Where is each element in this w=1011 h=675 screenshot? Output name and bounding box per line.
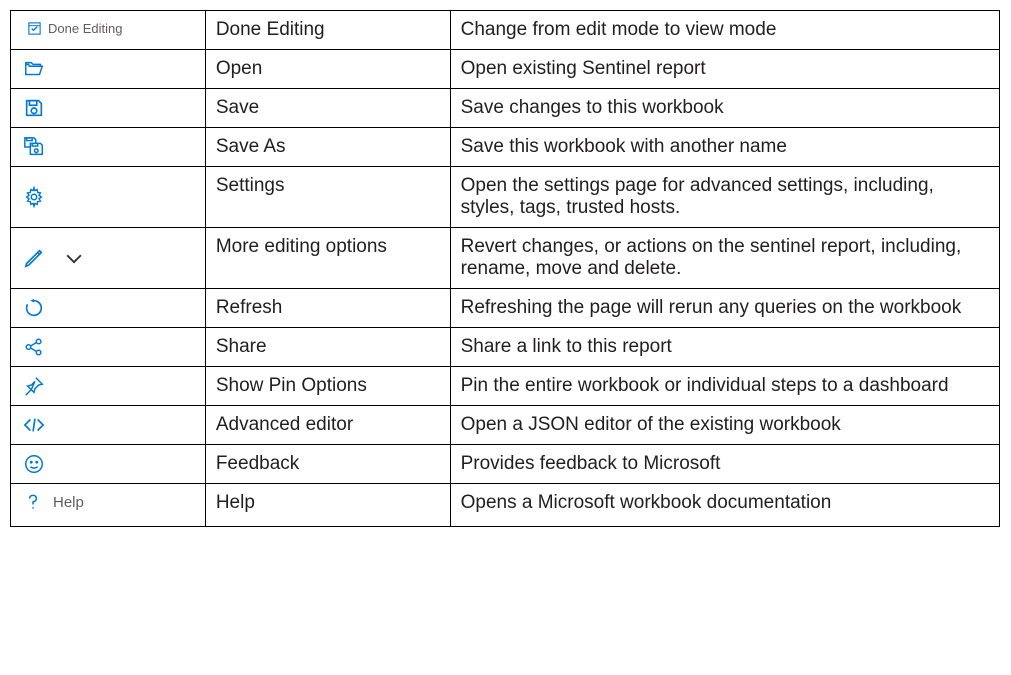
table-row: Save As Save this workbook with another … — [11, 128, 1000, 167]
command-name: Settings — [205, 167, 450, 228]
command-description: Opens a Microsoft workbook documentation — [450, 484, 999, 527]
gear-icon — [23, 186, 45, 208]
command-name: Open — [205, 50, 450, 89]
table-row: Feedback Provides feedback to Microsoft — [11, 445, 1000, 484]
command-name: Help — [205, 484, 450, 527]
chevron-down-icon[interactable] — [63, 247, 85, 269]
table-row: Show Pin Options Pin the entire workbook… — [11, 367, 1000, 406]
command-name: Save As — [205, 128, 450, 167]
done-editing-button[interactable]: Done Editing — [23, 19, 126, 38]
table-row: Advanced editor Open a JSON editor of th… — [11, 406, 1000, 445]
save-icon — [23, 97, 45, 119]
pencil-edit-icon — [23, 247, 45, 269]
command-description: Pin the entire workbook or individual st… — [450, 367, 999, 406]
table-row: Save Save changes to this workbook — [11, 89, 1000, 128]
help-button[interactable]: Help — [23, 490, 84, 514]
command-name: Show Pin Options — [205, 367, 450, 406]
help-question-icon — [23, 490, 43, 514]
command-description: Revert changes, or actions on the sentin… — [450, 228, 999, 289]
pin-icon — [23, 375, 45, 397]
command-description: Share a link to this report — [450, 328, 999, 367]
command-name: Share — [205, 328, 450, 367]
command-name: Advanced editor — [205, 406, 450, 445]
table-row: Done Editing Done Editing Change from ed… — [11, 11, 1000, 50]
command-description: Change from edit mode to view mode — [450, 11, 999, 50]
command-name: Feedback — [205, 445, 450, 484]
command-name: Refresh — [205, 289, 450, 328]
share-icon — [23, 336, 45, 358]
done-editing-label: Done Editing — [48, 21, 122, 36]
command-description: Save this workbook with another name — [450, 128, 999, 167]
command-description: Save changes to this workbook — [450, 89, 999, 128]
command-name: Save — [205, 89, 450, 128]
done-editing-icon — [27, 21, 42, 36]
toolbar-icon-reference-table: Done Editing Done Editing Change from ed… — [10, 10, 1000, 527]
command-name: Done Editing — [205, 11, 450, 50]
smiley-feedback-icon — [23, 453, 45, 475]
table-row: Share Share a link to this report — [11, 328, 1000, 367]
command-description: Open existing Sentinel report — [450, 50, 999, 89]
command-description: Refreshing the page will rerun any queri… — [450, 289, 999, 328]
code-icon — [23, 414, 45, 436]
help-label: Help — [53, 494, 84, 511]
command-description: Open the settings page for advanced sett… — [450, 167, 999, 228]
command-description: Open a JSON editor of the existing workb… — [450, 406, 999, 445]
folder-open-icon — [23, 58, 45, 80]
table-row: Settings Open the settings page for adva… — [11, 167, 1000, 228]
table-row: Open Open existing Sentinel report — [11, 50, 1000, 89]
table-row: Refresh Refreshing the page will rerun a… — [11, 289, 1000, 328]
command-description: Provides feedback to Microsoft — [450, 445, 999, 484]
table-row: More editing options Revert changes, or … — [11, 228, 1000, 289]
refresh-icon — [23, 297, 45, 319]
table-row: Help Help Opens a Microsoft workbook doc… — [11, 484, 1000, 527]
save-as-icon — [23, 136, 45, 158]
command-name: More editing options — [205, 228, 450, 289]
